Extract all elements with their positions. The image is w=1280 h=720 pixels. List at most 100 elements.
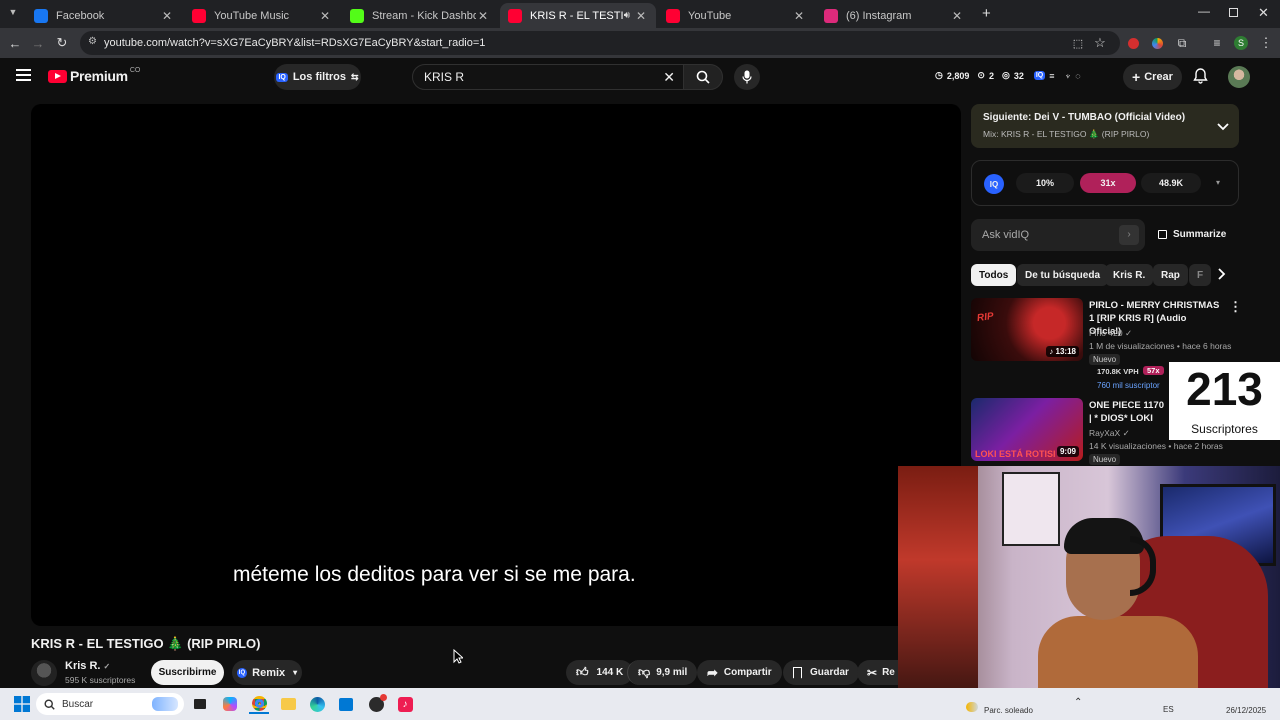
chips-next-icon[interactable]: [1218, 267, 1226, 285]
voice-search-button[interactable]: [734, 64, 760, 90]
vidiq-icon[interactable]: IQ: [1033, 71, 1046, 80]
address-bar[interactable]: ⚙ youtube.com/watch?v=sXG7EaCyBRY&list=R…: [80, 31, 1120, 55]
close-tab-icon[interactable]: ✕: [950, 9, 964, 23]
browser-tab[interactable]: YouTube Music ✕: [184, 3, 340, 28]
file-explorer-icon[interactable]: [278, 694, 298, 714]
install-app-icon[interactable]: ⬚: [1069, 34, 1087, 52]
chip-kris-r[interactable]: Kris R.: [1105, 264, 1154, 286]
clock-date[interactable]: 26/12/2025: [1226, 706, 1266, 715]
rec-thumbnail[interactable]: LOKI ESTÁ ROTISI 9:09: [971, 398, 1083, 461]
create-label: Crear: [1144, 71, 1173, 83]
speaker-icon[interactable]: 🔊︎: [624, 10, 630, 21]
new-tab-button[interactable]: +: [982, 5, 996, 22]
ask-vidiq-input[interactable]: Ask vidIQ ›: [971, 219, 1145, 251]
tray-chevron-icon[interactable]: ⌃: [1074, 697, 1082, 708]
obs-icon[interactable]: [366, 693, 387, 714]
clear-search-icon[interactable]: ✕: [663, 69, 675, 86]
rec-title[interactable]: ONE PIECE 1170 | * DIOS* LOKI DERRO: [1089, 399, 1169, 425]
more-options-icon[interactable]: ⋮: [1229, 299, 1242, 315]
video-player[interactable]: [31, 104, 961, 626]
tiktok-icon[interactable]: ♪: [395, 694, 415, 714]
summarize-button[interactable]: Summarize: [1158, 229, 1226, 240]
account-avatar[interactable]: [1228, 66, 1250, 88]
minimize-button[interactable]: —: [1198, 4, 1210, 18]
subscribe-button[interactable]: Suscribirme: [151, 660, 224, 685]
up-next-card[interactable]: Siguiente: Dei V - TUMBAO (Official Vide…: [971, 104, 1239, 148]
duration-badge: 9:09: [1056, 446, 1079, 457]
dislike-button[interactable]: 👎︎ 9,9 mil: [627, 660, 698, 685]
youtube-premium-logo[interactable]: Premium CO: [48, 67, 140, 84]
logo-text: Premium: [70, 68, 128, 84]
chip-partial[interactable]: F: [1189, 264, 1211, 286]
youtube-play-icon: [48, 69, 67, 83]
notifications-bell-icon[interactable]: [1193, 68, 1208, 89]
forward-icon[interactable]: →: [29, 34, 47, 52]
multiplier-badge: 57x: [1143, 366, 1164, 375]
filters-button[interactable]: IQ Los filtros ⇆: [274, 64, 361, 90]
task-view-icon[interactable]: [190, 694, 210, 714]
clip-button[interactable]: ✂ Re: [857, 660, 898, 685]
like-button[interactable]: 👍︎ 144 K: [566, 660, 634, 685]
browser-tab[interactable]: KRIS R - EL TESTIGO 🎄 (RIP🔊︎ ✕: [500, 3, 656, 28]
close-tab-icon[interactable]: ✕: [160, 9, 174, 23]
save-button[interactable]: Guardar: [783, 660, 859, 685]
extensions-puzzle-icon[interactable]: ⧉: [1173, 34, 1191, 52]
search-button[interactable]: [683, 64, 723, 90]
browser-menu-icon[interactable]: ⋮: [1257, 34, 1275, 52]
channel-name[interactable]: Kris R. ✓: [65, 660, 110, 672]
browser-tab[interactable]: (6) Instagram ✕: [816, 3, 972, 28]
rec-channel[interactable]: Pirlo 420 ✓: [1089, 328, 1132, 339]
share-button[interactable]: ➦ Compartir: [697, 660, 782, 685]
list-icon[interactable]: ≡: [1049, 71, 1054, 81]
sun-cloud-icon: [966, 701, 978, 712]
extension-red-icon[interactable]: [1124, 34, 1142, 52]
chat-icon[interactable]: ◌: [1075, 71, 1080, 81]
chevron-down-small-icon[interactable]: ▾: [1216, 178, 1220, 187]
tab-list-button[interactable]: ▼: [6, 7, 20, 21]
chevron-down-icon[interactable]: [1217, 118, 1229, 136]
rec-meta: 1 M de visualizaciones • hace 6 horas: [1089, 341, 1232, 351]
weather-widget[interactable]: Parc. soleado: [966, 698, 1033, 715]
back-icon[interactable]: ←: [6, 34, 24, 52]
site-info-icon[interactable]: ⚙: [88, 36, 97, 47]
close-tab-icon[interactable]: ✕: [476, 9, 490, 23]
filters-label: Los filtros: [292, 71, 346, 83]
rec-channel[interactable]: RayXaX ✓: [1089, 428, 1130, 439]
browser-tab[interactable]: YouTube ✕: [658, 3, 814, 28]
bookmark-star-icon[interactable]: ☆: [1091, 34, 1109, 52]
browser-tab[interactable]: Facebook ✕: [26, 3, 182, 28]
extension-colorful-icon[interactable]: [1148, 34, 1166, 52]
close-tab-icon[interactable]: ✕: [792, 9, 806, 23]
close-tab-icon[interactable]: ✕: [318, 9, 332, 23]
profile-avatar[interactable]: S: [1232, 34, 1250, 52]
channel-avatar[interactable]: [31, 660, 57, 686]
rec-thumbnail[interactable]: RIP ♪ 13:18: [971, 298, 1083, 361]
browser-tab[interactable]: Stream - Kick Dashboard✕: [342, 3, 498, 28]
copilot-icon[interactable]: [220, 694, 240, 714]
person-icon: ⊙: [977, 70, 985, 80]
maximize-button[interactable]: [1229, 8, 1238, 17]
search-input[interactable]: KRIS R ✕: [412, 64, 684, 90]
chip-rap[interactable]: Rap: [1153, 264, 1188, 286]
media-control-icon[interactable]: ≡: [1208, 34, 1226, 52]
language-indicator[interactable]: ES: [1163, 705, 1174, 714]
chip-todos[interactable]: Todos: [971, 264, 1017, 286]
trophy-icon[interactable]: ♆: [1064, 71, 1071, 81]
verified-icon: ✓: [1122, 428, 1130, 438]
taskbar-search-box[interactable]: Buscar: [36, 693, 184, 715]
edge-icon[interactable]: [307, 694, 327, 714]
chrome-icon[interactable]: [249, 694, 269, 714]
search-icon: [696, 70, 710, 84]
chip-de-tu-busqueda[interactable]: De tu búsqueda: [1017, 264, 1109, 286]
send-arrow-icon[interactable]: ›: [1119, 225, 1139, 245]
close-tab-icon[interactable]: ✕: [634, 9, 648, 23]
bookmark-icon: [793, 666, 802, 679]
create-button[interactable]: + Crear: [1123, 64, 1182, 90]
close-window-button[interactable]: ✕: [1258, 5, 1269, 21]
hamburger-menu-icon[interactable]: [16, 69, 31, 81]
tab-title: Stream - Kick Dashboard: [372, 9, 476, 22]
store-icon[interactable]: [336, 694, 356, 714]
windows-start-icon[interactable]: [12, 694, 32, 714]
reload-icon[interactable]: ↻: [53, 34, 71, 52]
remix-button[interactable]: IQ Remix ▾: [232, 660, 302, 685]
